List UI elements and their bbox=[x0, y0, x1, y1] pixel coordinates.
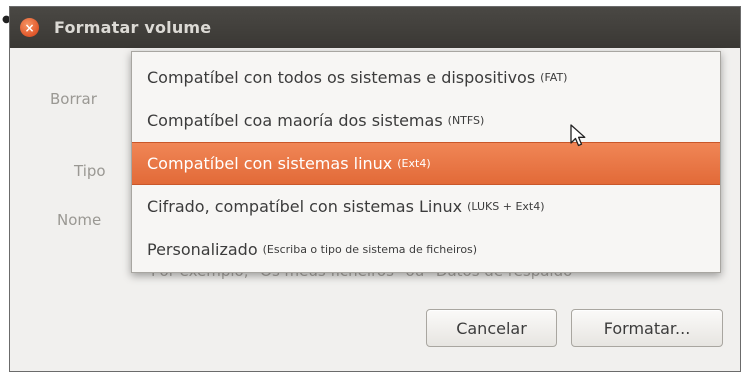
type-option-custom[interactable]: Personalizado (Escriba o tipo de sistema… bbox=[132, 228, 720, 271]
option-label: Personalizado bbox=[147, 240, 258, 259]
dialog-title: Formatar volume bbox=[54, 18, 212, 37]
erase-label: Borrar bbox=[50, 90, 97, 108]
mouse-pointer-icon bbox=[570, 124, 586, 147]
option-label: Compatíbel con todos os sistemas e dispo… bbox=[147, 68, 536, 87]
option-label: Compatíbel con sistemas linux bbox=[147, 154, 393, 173]
close-icon[interactable]: × bbox=[20, 18, 39, 37]
type-option-fat[interactable]: Compatíbel con todos os sistemas e dispo… bbox=[132, 56, 720, 99]
option-detail: (Ext4) bbox=[397, 157, 431, 170]
cancel-button[interactable]: Cancelar bbox=[426, 309, 557, 347]
titlebar: × Formatar volume bbox=[10, 7, 740, 48]
format-volume-dialog: × Formatar volume Borrar Tipo Nome Por e… bbox=[9, 6, 741, 372]
option-label: Cifrado, compatíbel con sistemas Linux bbox=[147, 197, 463, 216]
type-option-ntfs[interactable]: Compatíbel coa maoría dos sistemas (NTFS… bbox=[132, 99, 720, 142]
option-detail: (FAT) bbox=[540, 71, 568, 84]
name-label: Nome bbox=[57, 211, 102, 229]
type-option-luks[interactable]: Cifrado, compatíbel con sistemas Linux (… bbox=[132, 185, 720, 228]
format-button[interactable]: Formatar... bbox=[571, 309, 723, 347]
option-detail: (NTFS) bbox=[447, 114, 485, 127]
option-label: Compatíbel coa maoría dos sistemas bbox=[147, 111, 443, 130]
type-option-ext4[interactable]: Compatíbel con sistemas linux (Ext4) bbox=[132, 142, 720, 185]
type-label: Tipo bbox=[74, 162, 106, 180]
option-detail: (Escriba o tipo de sistema de ficheiros) bbox=[262, 243, 478, 256]
type-dropdown-menu[interactable]: Compatíbel con todos os sistemas e dispo… bbox=[131, 51, 721, 273]
option-detail: (LUKS + Ext4) bbox=[467, 200, 545, 213]
